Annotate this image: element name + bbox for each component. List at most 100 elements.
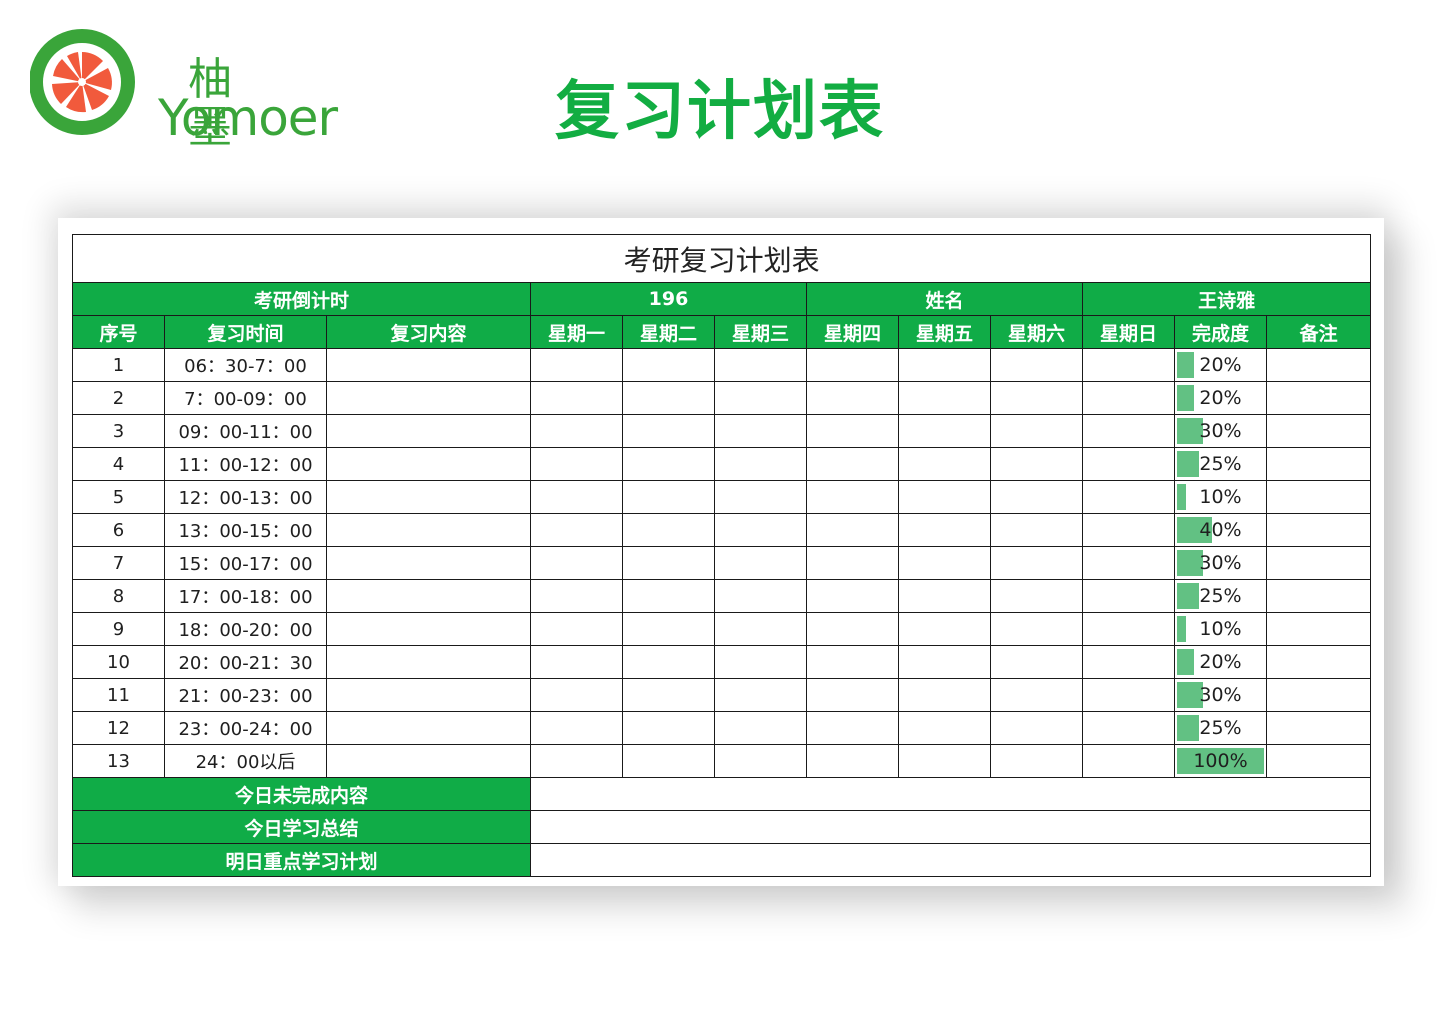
row-content-cell[interactable] — [326, 348, 531, 382]
row-wednesday-cell[interactable] — [714, 612, 807, 646]
row-wednesday-cell[interactable] — [714, 414, 807, 448]
row-notes-cell[interactable] — [1265, 744, 1372, 778]
row-wednesday-cell[interactable] — [714, 381, 807, 415]
row-saturday-cell[interactable] — [990, 579, 1083, 613]
row-notes-cell[interactable] — [1265, 480, 1372, 514]
row-thursday-cell[interactable] — [806, 513, 899, 547]
row-sunday-cell[interactable] — [1082, 744, 1175, 778]
unfinished-input-cell[interactable] — [529, 777, 1372, 811]
row-completion[interactable]: 40% — [1174, 513, 1267, 547]
row-saturday-cell[interactable] — [990, 480, 1083, 514]
summary-input-cell[interactable] — [529, 810, 1372, 844]
row-sunday-cell[interactable] — [1082, 645, 1175, 679]
row-friday-cell[interactable] — [898, 447, 991, 481]
row-content-cell[interactable] — [326, 744, 531, 778]
row-thursday-cell[interactable] — [806, 414, 899, 448]
row-saturday-cell[interactable] — [990, 744, 1083, 778]
row-tuesday-cell[interactable] — [622, 744, 715, 778]
row-friday-cell[interactable] — [898, 744, 991, 778]
row-friday-cell[interactable] — [898, 480, 991, 514]
row-content-cell[interactable] — [326, 711, 531, 745]
row-completion[interactable]: 30% — [1174, 678, 1267, 712]
row-time[interactable]: 23：00-24：00 — [164, 711, 327, 745]
row-monday-cell[interactable] — [530, 381, 623, 415]
row-tuesday-cell[interactable] — [622, 513, 715, 547]
row-sunday-cell[interactable] — [1082, 513, 1175, 547]
row-monday-cell[interactable] — [530, 678, 623, 712]
row-content-cell[interactable] — [326, 579, 531, 613]
row-time[interactable]: 20：00-21：30 — [164, 645, 327, 679]
row-wednesday-cell[interactable] — [714, 480, 807, 514]
row-notes-cell[interactable] — [1265, 678, 1372, 712]
row-wednesday-cell[interactable] — [714, 513, 807, 547]
row-notes-cell[interactable] — [1265, 348, 1372, 382]
row-monday-cell[interactable] — [530, 480, 623, 514]
row-completion[interactable]: 10% — [1174, 612, 1267, 646]
row-thursday-cell[interactable] — [806, 711, 899, 745]
row-notes-cell[interactable] — [1265, 711, 1372, 745]
row-tuesday-cell[interactable] — [622, 612, 715, 646]
row-time[interactable]: 17：00-18：00 — [164, 579, 327, 613]
row-tuesday-cell[interactable] — [622, 678, 715, 712]
countdown-value[interactable]: 196 — [530, 282, 807, 316]
row-time[interactable]: 11：00-12：00 — [164, 447, 327, 481]
row-completion[interactable]: 20% — [1174, 645, 1267, 679]
row-time[interactable]: 06：30-7：00 — [164, 348, 327, 382]
row-content-cell[interactable] — [326, 612, 531, 646]
row-tuesday-cell[interactable] — [622, 414, 715, 448]
row-friday-cell[interactable] — [898, 645, 991, 679]
row-content-cell[interactable] — [326, 414, 531, 448]
row-tuesday-cell[interactable] — [622, 381, 715, 415]
row-thursday-cell[interactable] — [806, 546, 899, 580]
row-completion[interactable]: 20% — [1174, 348, 1267, 382]
row-saturday-cell[interactable] — [990, 546, 1083, 580]
row-time[interactable]: 24：00以后 — [164, 744, 327, 778]
row-sunday-cell[interactable] — [1082, 414, 1175, 448]
row-friday-cell[interactable] — [898, 414, 991, 448]
row-completion[interactable]: 30% — [1174, 546, 1267, 580]
row-thursday-cell[interactable] — [806, 612, 899, 646]
row-friday-cell[interactable] — [898, 711, 991, 745]
row-saturday-cell[interactable] — [990, 414, 1083, 448]
name-value[interactable]: 王诗雅 — [1081, 282, 1372, 316]
row-friday-cell[interactable] — [898, 348, 991, 382]
row-monday-cell[interactable] — [530, 447, 623, 481]
row-thursday-cell[interactable] — [806, 480, 899, 514]
row-notes-cell[interactable] — [1265, 546, 1372, 580]
row-notes-cell[interactable] — [1265, 645, 1372, 679]
row-friday-cell[interactable] — [898, 513, 991, 547]
row-notes-cell[interactable] — [1265, 612, 1372, 646]
row-monday-cell[interactable] — [530, 546, 623, 580]
row-completion[interactable]: 10% — [1174, 480, 1267, 514]
row-wednesday-cell[interactable] — [714, 348, 807, 382]
row-notes-cell[interactable] — [1265, 579, 1372, 613]
row-monday-cell[interactable] — [530, 348, 623, 382]
row-time[interactable]: 13：00-15：00 — [164, 513, 327, 547]
row-content-cell[interactable] — [326, 381, 531, 415]
row-monday-cell[interactable] — [530, 744, 623, 778]
row-notes-cell[interactable] — [1265, 513, 1372, 547]
row-thursday-cell[interactable] — [806, 348, 899, 382]
row-saturday-cell[interactable] — [990, 612, 1083, 646]
row-wednesday-cell[interactable] — [714, 678, 807, 712]
row-sunday-cell[interactable] — [1082, 711, 1175, 745]
row-wednesday-cell[interactable] — [714, 447, 807, 481]
row-time[interactable]: 15：00-17：00 — [164, 546, 327, 580]
row-saturday-cell[interactable] — [990, 513, 1083, 547]
row-sunday-cell[interactable] — [1082, 546, 1175, 580]
row-friday-cell[interactable] — [898, 381, 991, 415]
row-friday-cell[interactable] — [898, 546, 991, 580]
row-content-cell[interactable] — [326, 480, 531, 514]
row-time[interactable]: 12：00-13：00 — [164, 480, 327, 514]
row-completion[interactable]: 30% — [1174, 414, 1267, 448]
row-content-cell[interactable] — [326, 645, 531, 679]
row-content-cell[interactable] — [326, 546, 531, 580]
row-monday-cell[interactable] — [530, 579, 623, 613]
row-time[interactable]: 7：00-09：00 — [164, 381, 327, 415]
row-tuesday-cell[interactable] — [622, 480, 715, 514]
row-thursday-cell[interactable] — [806, 678, 899, 712]
row-completion[interactable]: 25% — [1174, 711, 1267, 745]
row-tuesday-cell[interactable] — [622, 645, 715, 679]
row-monday-cell[interactable] — [530, 645, 623, 679]
row-sunday-cell[interactable] — [1082, 381, 1175, 415]
